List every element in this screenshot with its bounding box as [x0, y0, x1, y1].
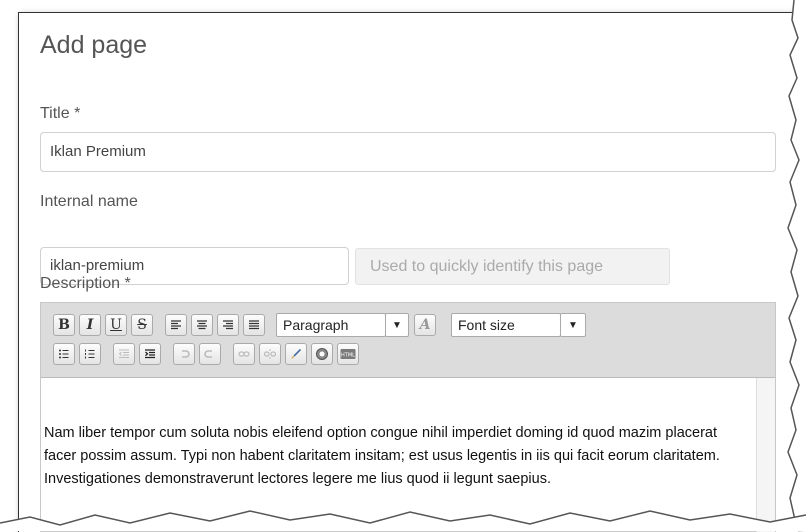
numbered-list-icon[interactable]: [79, 343, 101, 365]
outdent-icon[interactable]: [113, 343, 135, 365]
page-title: Add page: [40, 31, 148, 59]
font-size-dropdown-icon[interactable]: ▼: [560, 313, 586, 337]
html-source-icon[interactable]: HTML: [337, 343, 359, 365]
italic-button[interactable]: I: [79, 314, 101, 336]
add-page-panel: Add page Title * Iklan Premium Internal …: [18, 12, 798, 532]
redo-icon[interactable]: [199, 343, 221, 365]
clear-format-icon[interactable]: A: [414, 314, 436, 336]
align-left-icon[interactable]: [165, 314, 187, 336]
format-dropdown-icon[interactable]: ▼: [385, 313, 409, 337]
align-justify-icon[interactable]: [243, 314, 265, 336]
bullet-list-icon[interactable]: [53, 343, 75, 365]
format-select[interactable]: Paragraph: [276, 313, 386, 337]
description-editor: B I U S Paragraph ▼ A Font size ▼ HTML N…: [40, 302, 776, 532]
font-size-select[interactable]: Font size: [451, 313, 561, 337]
cleanup-brush-icon[interactable]: [285, 343, 307, 365]
description-label: Description *: [40, 275, 131, 292]
internal-name-label: Internal name: [40, 193, 138, 210]
internal-name-hint: Used to quickly identify this page: [355, 248, 670, 285]
editor-toolbar: B I U S Paragraph ▼ A Font size ▼ HTML: [41, 303, 775, 378]
underline-button[interactable]: U: [105, 314, 127, 336]
link-icon[interactable]: [233, 343, 255, 365]
undo-icon[interactable]: [173, 343, 195, 365]
align-right-icon[interactable]: [217, 314, 239, 336]
torn-edge-bottom: [0, 510, 806, 531]
svg-text:HTML: HTML: [341, 353, 355, 359]
align-center-icon[interactable]: [191, 314, 213, 336]
title-input[interactable]: Iklan Premium: [40, 132, 776, 172]
help-icon[interactable]: [311, 343, 333, 365]
bold-button[interactable]: B: [53, 314, 75, 336]
unlink-icon[interactable]: [259, 343, 281, 365]
strikethrough-button[interactable]: S: [131, 314, 153, 336]
torn-edge-right: [787, 0, 806, 531]
title-label: Title *: [40, 105, 81, 122]
indent-icon[interactable]: [139, 343, 161, 365]
